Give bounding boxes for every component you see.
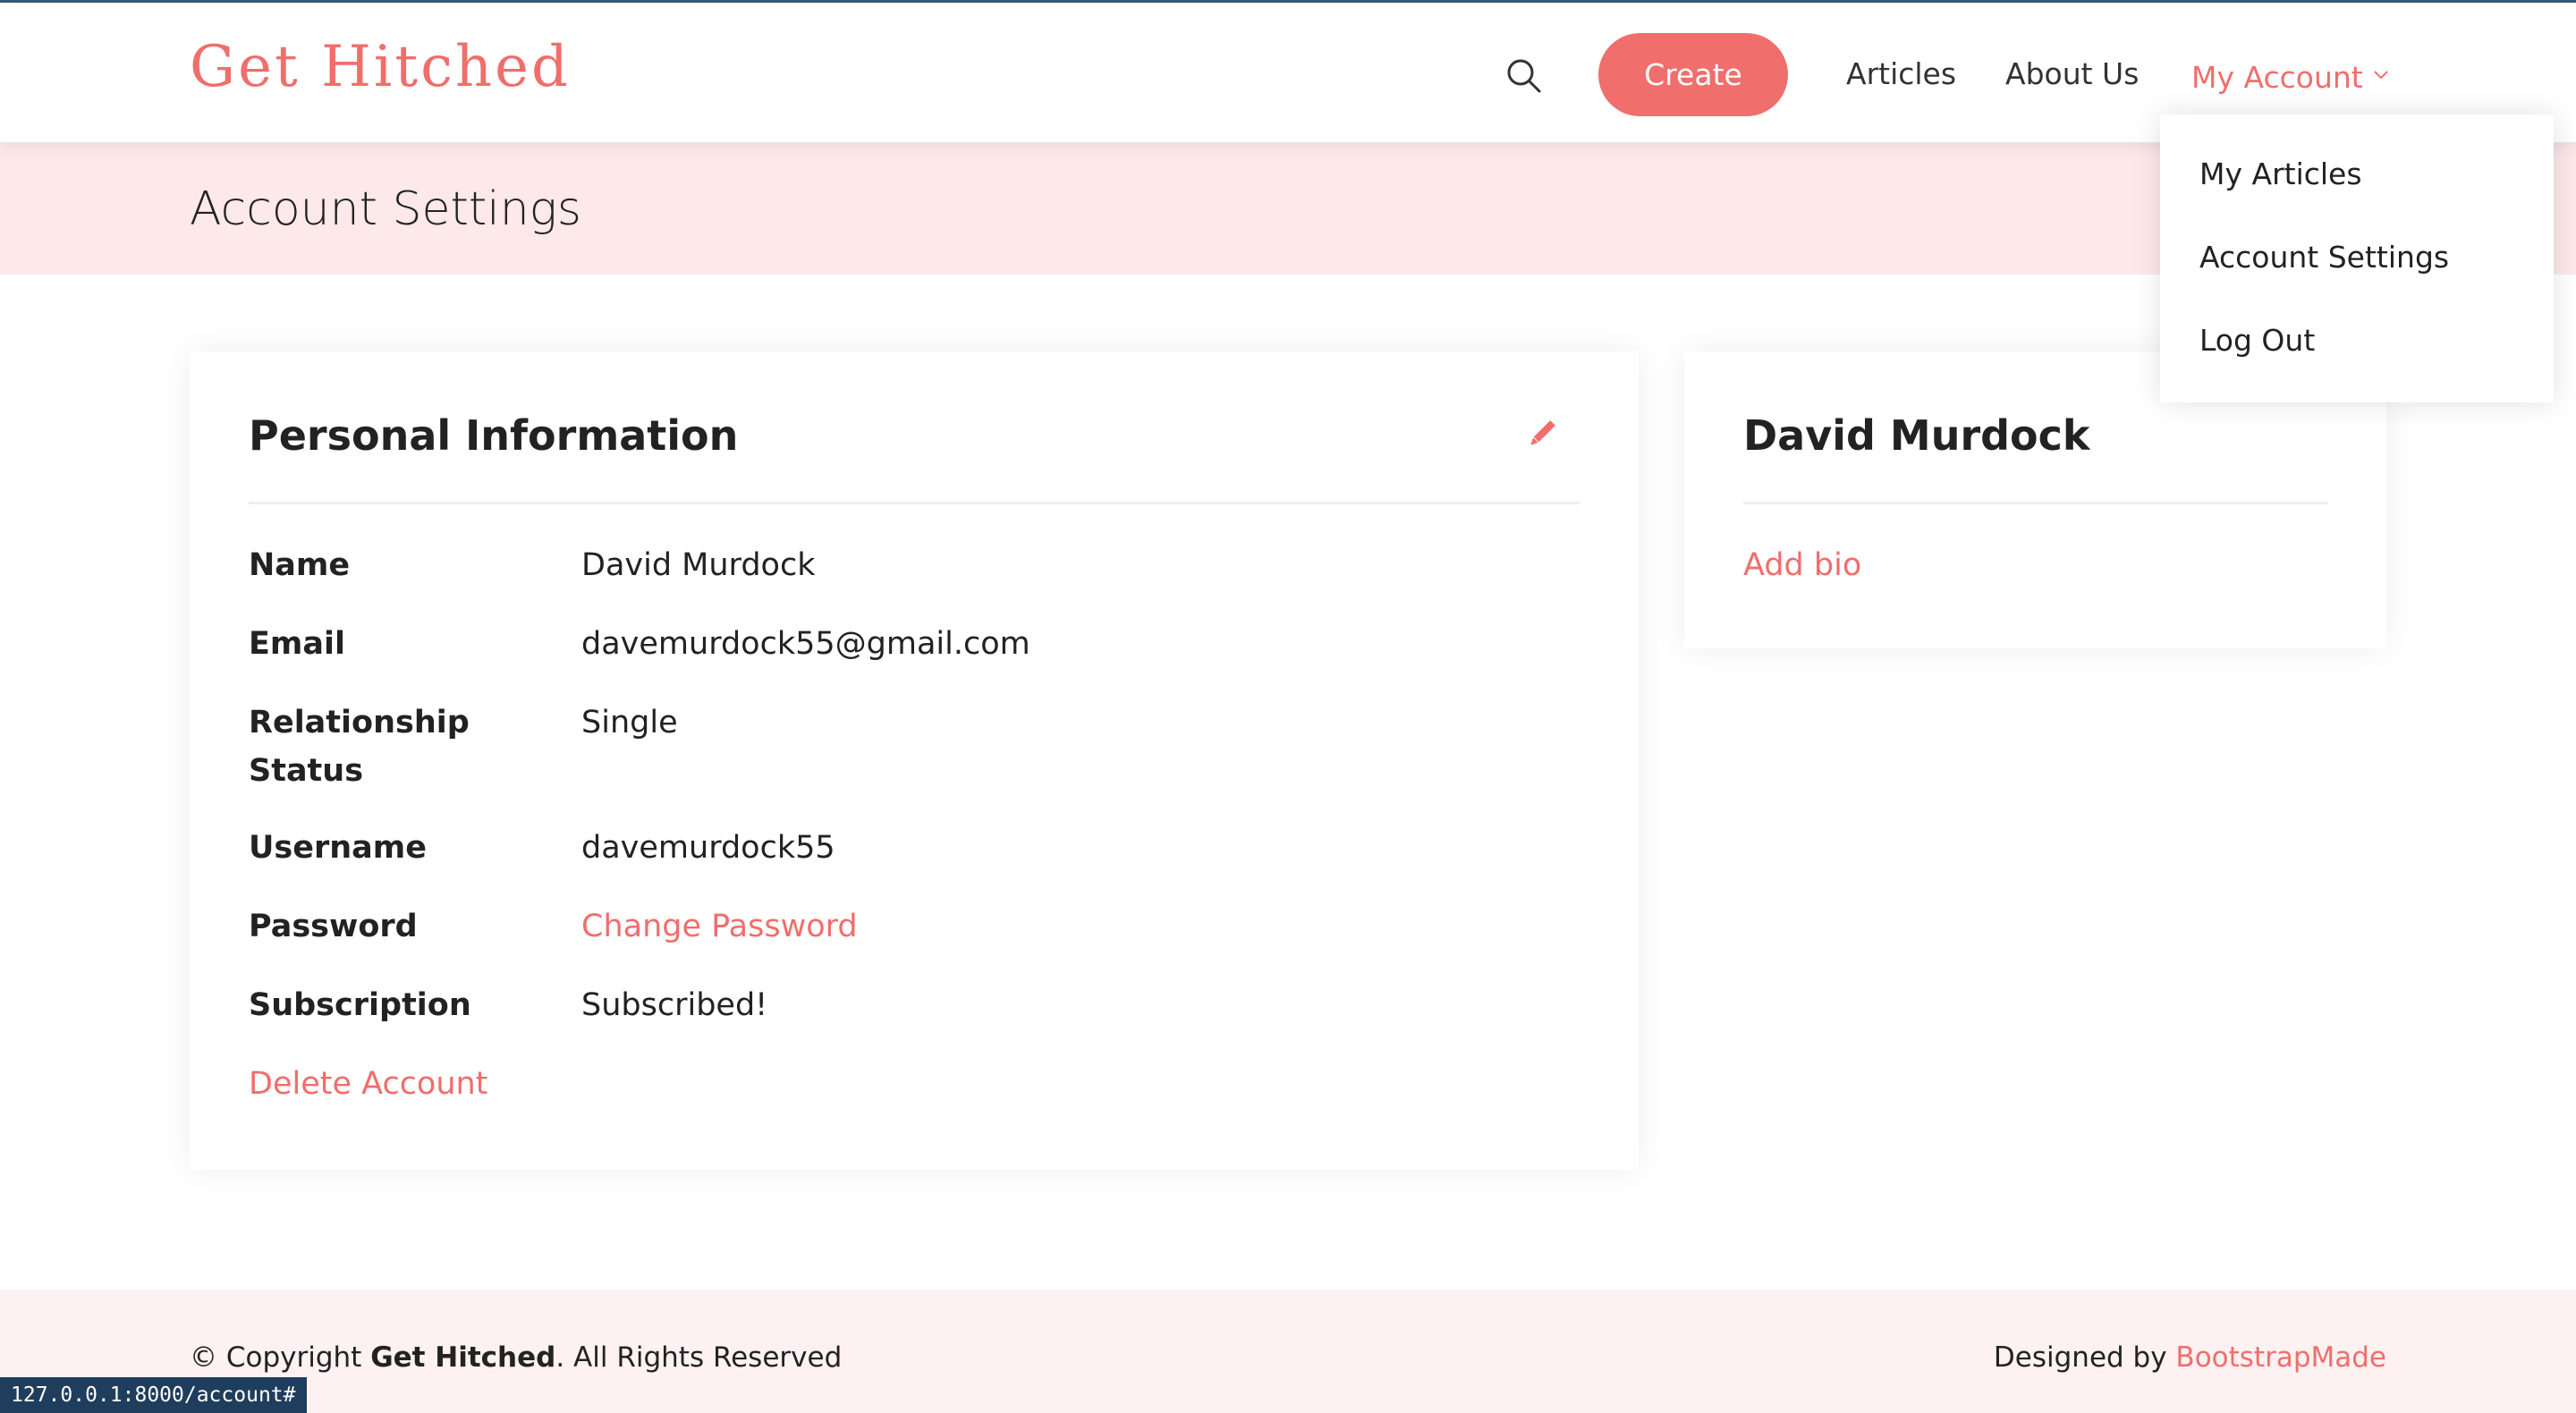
change-password-link[interactable]: Change Password [581,902,858,951]
menu-item-account-settings[interactable]: Account Settings [2199,235,2449,280]
row-value: davemurdock55@gmail.com [581,626,1030,662]
site-footer: © Copyright Get Hitched. All Rights Rese… [0,1290,2576,1413]
account-dropdown-menu: My Articles Account Settings Log Out [2160,114,2554,402]
designed-by-prefix: Designed by [1993,1341,2176,1374]
row-label: Relationship Status [249,705,470,789]
row-label: Username [249,830,427,866]
page-title: Account Settings [190,182,581,236]
personal-information-title: Personal Information [249,411,739,460]
copyright-suffix: . All Rights Reserved [555,1341,843,1374]
row-label: Subscription [249,987,471,1023]
status-bar-url: 127.0.0.1:8000/account# [0,1377,307,1413]
row-label: Email [249,626,345,662]
nav-about-link[interactable]: About Us [2005,55,2139,94]
create-button[interactable]: Create [1598,33,1788,116]
add-bio-link[interactable]: Add bio [1743,541,1861,589]
row-label: Name [249,547,351,583]
nav-articles-link[interactable]: Articles [1846,55,1956,94]
card-divider [249,502,1580,504]
nav-my-account-toggle[interactable]: My Account [2191,55,2390,97]
row-label: Password [249,909,418,944]
copyright-text: © Copyright Get Hitched. All Rights Rese… [190,1336,842,1379]
profile-name: David Murdock [1743,411,2090,460]
copyright-brand: Get Hitched [370,1341,556,1374]
copyright-prefix: © Copyright [190,1341,371,1374]
card-divider [1743,502,2328,504]
delete-account-link[interactable]: Delete Account [249,1060,487,1108]
row-value: davemurdock55 [581,830,835,866]
nav-my-account-label: My Account [2191,60,2363,95]
pencil-icon[interactable] [1524,416,1560,452]
site-logo[interactable]: Get Hitched [190,31,571,103]
search-icon[interactable] [1504,56,1544,96]
menu-item-log-out[interactable]: Log Out [2199,318,2315,363]
row-value: Subscribed! [581,987,768,1023]
row-value: David Murdock [581,547,816,583]
bootstrapmade-link[interactable]: BootstrapMade [2175,1341,2386,1374]
menu-item-my-articles[interactable]: My Articles [2199,152,2362,197]
row-value: Single [581,705,678,740]
personal-information-card: Personal Information Name David Murdock … [190,351,1639,1170]
chevron-down-icon [2372,55,2390,80]
designed-by-text: Designed by BootstrapMade [1994,1336,2386,1379]
